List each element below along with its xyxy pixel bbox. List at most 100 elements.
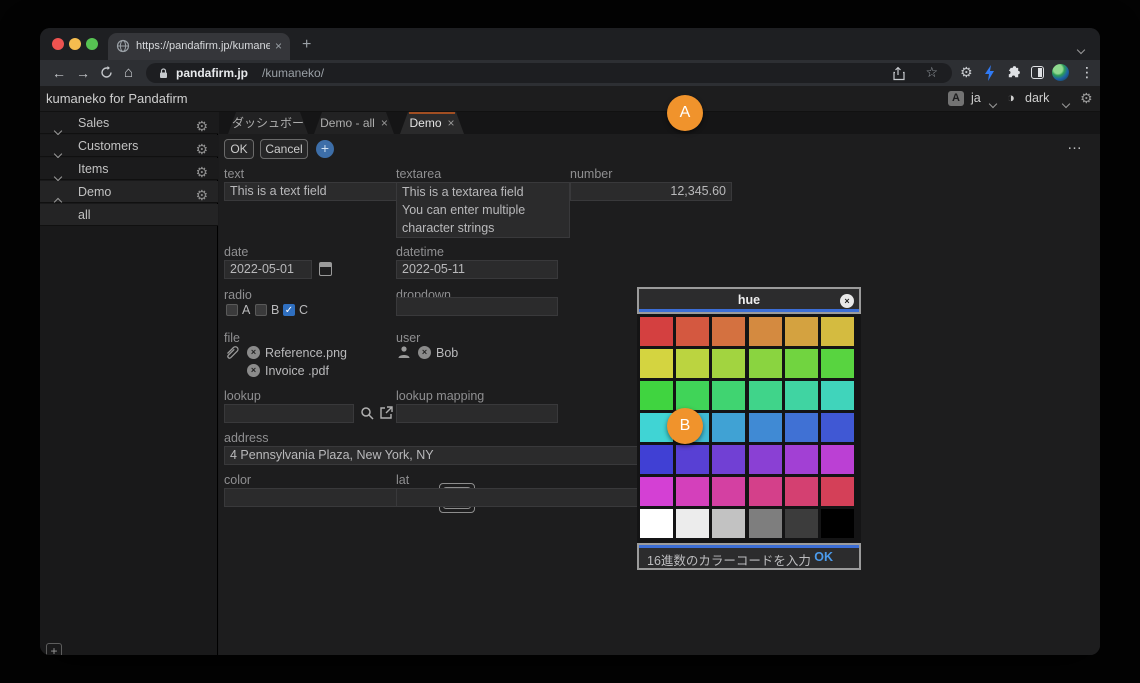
hex-code-input[interactable]: 16進数のカラーコードを入力: [647, 550, 811, 569]
translate-icon[interactable]: A: [948, 91, 964, 106]
color-swatch[interactable]: [785, 413, 818, 442]
color-swatch[interactable]: [785, 509, 818, 538]
view-tab-close-icon[interactable]: ×: [448, 116, 455, 130]
ok-button[interactable]: OK: [224, 139, 254, 159]
remove-file-icon[interactable]: ×: [247, 346, 260, 359]
color-swatch[interactable]: [749, 381, 782, 410]
color-swatch[interactable]: [821, 477, 854, 506]
side-panel-icon[interactable]: [1031, 66, 1044, 79]
color-swatch[interactable]: [785, 477, 818, 506]
lookup-input[interactable]: [224, 404, 354, 423]
sidebar-item-customers[interactable]: Customers ⚙: [40, 135, 218, 157]
color-swatch[interactable]: [640, 317, 673, 346]
app-settings-gear-icon[interactable]: ⚙: [1080, 90, 1093, 107]
profile-avatar[interactable]: [1052, 64, 1069, 81]
hex-ok-button[interactable]: OK: [814, 550, 833, 564]
color-swatch[interactable]: [821, 381, 854, 410]
color-swatch[interactable]: [676, 445, 709, 474]
new-tab-button[interactable]: +: [302, 37, 311, 53]
radio-option-a[interactable]: [226, 304, 238, 316]
dropdown-input[interactable]: [396, 297, 558, 316]
color-swatch[interactable]: [712, 413, 745, 442]
home-button[interactable]: ⌂: [124, 64, 133, 82]
user-item[interactable]: Bob: [436, 346, 458, 360]
datetime-input[interactable]: 2022-05-11: [396, 260, 558, 279]
traffic-minimize-button[interactable]: [69, 38, 81, 50]
textarea-input[interactable]: This is a textarea field You can enter m…: [396, 182, 570, 238]
sidebar-gear-icon[interactable]: ⚙: [195, 138, 208, 160]
color-swatch[interactable]: [821, 317, 854, 346]
color-swatch[interactable]: [676, 477, 709, 506]
traffic-zoom-button[interactable]: [86, 38, 98, 50]
date-input[interactable]: 2022-05-01: [224, 260, 312, 279]
tab-close-icon[interactable]: ×: [275, 39, 282, 53]
theme-chevron-icon[interactable]: [1063, 95, 1069, 110]
traffic-close-button[interactable]: [52, 38, 64, 50]
color-swatch[interactable]: [749, 349, 782, 378]
language-value[interactable]: ja: [971, 91, 981, 105]
color-swatch[interactable]: [785, 317, 818, 346]
color-swatch[interactable]: [785, 381, 818, 410]
forward-button[interactable]: →: [76, 64, 90, 82]
color-swatch[interactable]: [821, 413, 854, 442]
radio-option-b[interactable]: [255, 304, 267, 316]
view-tab-dashboard[interactable]: ダッシュボード: [228, 112, 308, 134]
color-swatch[interactable]: [749, 477, 782, 506]
extensions-puzzle-icon[interactable]: [1006, 65, 1021, 80]
theme-value[interactable]: dark: [1025, 91, 1049, 105]
view-tab-close-icon[interactable]: ×: [381, 116, 388, 130]
color-swatch[interactable]: [640, 445, 673, 474]
color-swatch[interactable]: [712, 381, 745, 410]
color-picker-close-icon[interactable]: ×: [840, 294, 854, 308]
color-swatch[interactable]: [676, 317, 709, 346]
file-item[interactable]: Reference.png: [265, 346, 347, 360]
browser-menu-dots-icon[interactable]: ⋮: [1080, 65, 1094, 79]
lookup-mapping-input[interactable]: [396, 404, 558, 423]
color-swatch[interactable]: [712, 509, 745, 538]
reload-button[interactable]: [100, 66, 113, 79]
more-menu-dots[interactable]: …: [1067, 136, 1083, 153]
color-swatch[interactable]: [640, 509, 673, 538]
extension-bolt-icon[interactable]: [984, 65, 995, 81]
bookmark-star-icon[interactable]: ☆: [925, 65, 938, 79]
color-swatch[interactable]: [785, 445, 818, 474]
tab-search-chevron-icon[interactable]: [1078, 40, 1084, 58]
color-swatch[interactable]: [749, 509, 782, 538]
language-chevron-icon[interactable]: [990, 95, 996, 110]
color-swatch[interactable]: [821, 509, 854, 538]
sidebar-item-demo-all[interactable]: all: [40, 204, 218, 226]
sidebar-item-sales[interactable]: Sales ⚙: [40, 112, 218, 134]
view-tab-demo-all[interactable]: Demo - all×: [314, 112, 394, 134]
file-item[interactable]: Invoice .pdf: [265, 364, 329, 378]
color-swatch[interactable]: [676, 381, 709, 410]
lookup-open-icon[interactable]: [380, 406, 393, 419]
radio-option-c[interactable]: ✓: [283, 304, 295, 316]
color-swatch[interactable]: [640, 349, 673, 378]
sidebar-gear-icon[interactable]: ⚙: [195, 115, 208, 137]
color-swatch[interactable]: [821, 349, 854, 378]
color-swatch[interactable]: [749, 413, 782, 442]
remove-file-icon[interactable]: ×: [247, 364, 260, 377]
color-swatch[interactable]: [821, 445, 854, 474]
color-swatch[interactable]: [749, 317, 782, 346]
color-swatch[interactable]: [640, 381, 673, 410]
view-tab-demo[interactable]: Demo×: [400, 112, 464, 134]
sidebar-add-button[interactable]: +: [46, 643, 62, 655]
extension-gear-icon[interactable]: ⚙: [960, 65, 973, 79]
color-swatch[interactable]: [676, 509, 709, 538]
color-picker-header[interactable]: hue ×: [637, 287, 861, 314]
address-input[interactable]: 4 Pennsylvania Plaza, New York, NY: [224, 446, 688, 465]
color-swatch[interactable]: [712, 349, 745, 378]
sidebar-item-items[interactable]: Items ⚙: [40, 158, 218, 180]
remove-user-icon[interactable]: ×: [418, 346, 431, 359]
address-bar[interactable]: pandafirm.jp /kumaneko/ ☆: [146, 63, 952, 83]
color-swatch[interactable]: [712, 317, 745, 346]
add-record-button[interactable]: +: [316, 140, 334, 158]
sidebar-gear-icon[interactable]: ⚙: [195, 184, 208, 206]
color-swatch[interactable]: [676, 349, 709, 378]
calendar-icon[interactable]: [319, 262, 332, 276]
share-icon[interactable]: [892, 67, 904, 80]
lookup-search-icon[interactable]: [360, 406, 374, 420]
number-input[interactable]: 12,345.60: [570, 182, 732, 201]
color-swatch[interactable]: [749, 445, 782, 474]
